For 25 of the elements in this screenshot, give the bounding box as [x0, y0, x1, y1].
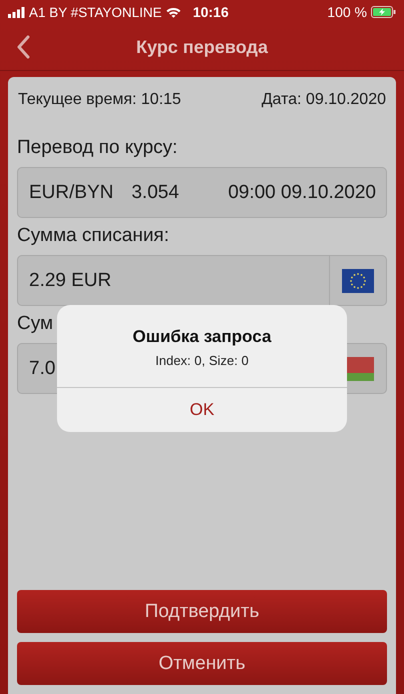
rate-timestamp: 09:00 09.10.2020: [228, 182, 376, 204]
current-time-text: Текущее время: 10:15: [18, 91, 182, 109]
alert-message: Index: 0, Size: 0: [155, 353, 249, 368]
ok-button[interactable]: OK: [170, 388, 234, 432]
alert-title: Ошибка запроса: [132, 327, 272, 347]
amount-field[interactable]: 2.29 EUR: [17, 255, 387, 306]
wifi-icon: [166, 6, 181, 18]
field-label: Перевод по курсу:: [17, 137, 179, 159]
action-button[interactable]: Подтвердить: [17, 590, 387, 633]
currency-pair: EUR/BYN: [29, 182, 114, 204]
carrier-name: A1 BY #STAYONLINE: [29, 4, 162, 20]
flag-icon: [342, 268, 374, 292]
battery-icon: [371, 6, 396, 18]
field-label: Сум: [17, 313, 54, 335]
screen-title: Курс перевода: [136, 36, 268, 58]
back-icon[interactable]: [16, 35, 30, 59]
date-text: Дата: 09.10.2020: [262, 91, 386, 109]
field-label: Сумма списания:: [17, 225, 170, 247]
rate-value: 3.054: [131, 182, 180, 204]
status-time: 10:16: [192, 4, 229, 20]
amount-value: 7.0: [29, 358, 56, 380]
action-button[interactable]: Отменить: [17, 642, 387, 685]
signal-icon: [8, 6, 25, 18]
battery-percent: 100 %: [327, 4, 367, 20]
amount-value: 2.29 EUR: [29, 270, 112, 292]
